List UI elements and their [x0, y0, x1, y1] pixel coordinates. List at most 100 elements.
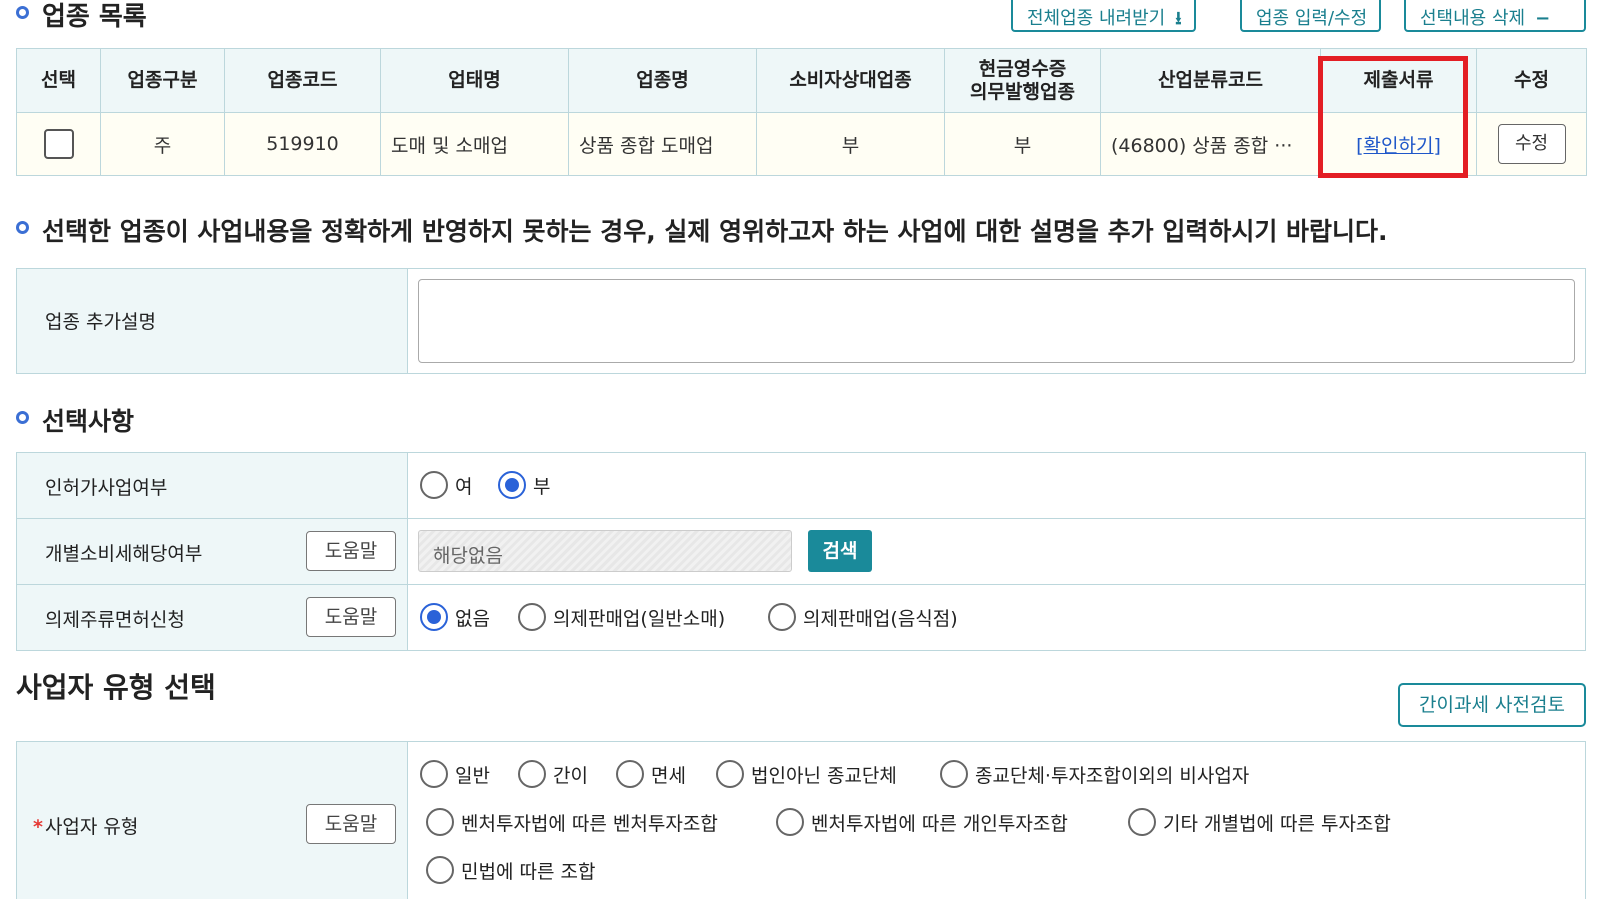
biztype-exempt-label: 면세 — [651, 764, 686, 787]
excise-value-cell: 해당없음 검색 — [408, 519, 1585, 584]
additional-desc-label-cell: 업종 추가설명 — [17, 269, 408, 373]
radio-circle-selected — [498, 471, 526, 499]
biztype-civil-union-label: 민법에 따른 조합 — [461, 860, 596, 883]
cell-cash-receipt: 부 — [944, 112, 1101, 176]
circle-bullet-icon — [16, 221, 29, 234]
biztype-personal-fund-radio[interactable]: 벤처투자법에 따른 개인투자조합 — [776, 808, 1068, 836]
col-cash-receipt: 현금영수증 의무발행업종 — [944, 48, 1101, 113]
section-title-business-list: 업종 목록 — [42, 2, 147, 32]
col-business-form: 업태명 — [380, 48, 569, 113]
cash-receipt-line1: 현금영수증 — [978, 57, 1067, 80]
liquor-help-button[interactable]: 도움말 — [306, 597, 396, 637]
table-header-row: 선택 업종구분 업종코드 업태명 업종명 소비자상대업종 현금영수증 의무발행업종… — [16, 48, 1587, 113]
download-all-label: 전체업종 내려받기 — [1027, 8, 1166, 29]
cell-industry-code: (46800) 상품 종합 ··· — [1100, 112, 1321, 176]
cell-type: 주 — [100, 112, 225, 176]
col-select: 선택 — [16, 48, 101, 113]
radio-circle — [518, 760, 546, 788]
license-no-label: 부 — [533, 475, 551, 498]
required-mark: * — [33, 816, 43, 838]
circle-bullet-icon — [16, 6, 29, 19]
biztype-civil-union-radio[interactable]: 민법에 따른 조합 — [426, 856, 595, 884]
biztype-row: * 사업자 유형 도움말 일반 간이 면세 법인아닌 종교단체 종교단체·투자조합… — [17, 742, 1585, 899]
biztype-label-wrap: * 사업자 유형 — [33, 812, 138, 839]
col-business-name: 업종명 — [568, 48, 757, 113]
biztype-general-label: 일반 — [455, 764, 490, 787]
biztype-label-cell: * 사업자 유형 도움말 — [17, 742, 408, 899]
additional-desc-value-cell — [408, 269, 1585, 373]
additional-desc-label: 업종 추가설명 — [45, 311, 156, 333]
license-label-cell: 인허가사업여부 — [17, 453, 408, 518]
col-type: 업종구분 — [100, 48, 225, 113]
license-yes-radio[interactable]: 여 — [420, 471, 472, 499]
excise-label-cell: 개별소비세해당여부 도움말 — [17, 519, 408, 584]
options-box: 인허가사업여부 여 부 개별소비세해당여부 도움말 해당없음 검색 의제주류면허… — [16, 452, 1586, 651]
biztype-general-radio[interactable]: 일반 — [420, 760, 490, 788]
biztype-exempt-radio[interactable]: 면세 — [616, 760, 686, 788]
biztype-other-fund-radio[interactable]: 기타 개별법에 따른 투자조합 — [1128, 808, 1391, 836]
additional-desc-textarea[interactable] — [418, 279, 1575, 363]
cell-business-name: 상품 종합 도매업 — [568, 112, 757, 176]
excise-readonly-input: 해당없음 — [418, 530, 792, 572]
biztype-other-fund-label: 기타 개별법에 따른 투자조합 — [1163, 812, 1391, 835]
delete-selected-button[interactable]: 선택내용 삭제 − — [1404, 0, 1586, 32]
biztype-venture-fund-label: 벤처투자법에 따른 벤처투자조합 — [461, 812, 718, 835]
radio-circle — [420, 471, 448, 499]
liquor-label: 의제주류면허신청 — [45, 609, 185, 631]
radio-circle — [776, 808, 804, 836]
radio-circle — [1128, 808, 1156, 836]
table-row: 주 519910 도매 및 소매업 상품 종합 도매업 부 부 (46800) … — [16, 112, 1587, 176]
biztype-box: * 사업자 유형 도움말 일반 간이 면세 법인아닌 종교단체 종교단체·투자조합… — [16, 741, 1586, 899]
license-row: 인허가사업여부 여 부 — [17, 453, 1585, 519]
download-icon: ⭳ — [1175, 8, 1182, 29]
business-table: 선택 업종구분 업종코드 업태명 업종명 소비자상대업종 현금영수증 의무발행업종… — [16, 48, 1587, 176]
radio-circle — [426, 808, 454, 836]
liquor-restaurant-radio[interactable]: 의제판매업(음식점) — [768, 603, 958, 631]
liquor-retail-radio[interactable]: 의제판매업(일반소매) — [518, 603, 725, 631]
excise-help-button[interactable]: 도움말 — [306, 531, 396, 571]
biztype-religious-label: 법인아닌 종교단체 — [751, 764, 897, 787]
circle-bullet-icon — [16, 411, 29, 424]
col-industry-code: 산업분류코드 — [1100, 48, 1321, 113]
radio-circle — [616, 760, 644, 788]
cell-consumer: 부 — [756, 112, 945, 176]
radio-circle — [420, 760, 448, 788]
cell-select — [16, 112, 101, 176]
biztype-section-title: 사업자 유형 선택 — [16, 671, 216, 704]
additional-desc-row: 업종 추가설명 — [17, 269, 1585, 373]
input-edit-button[interactable]: 업종 입력/수정 — [1240, 0, 1382, 32]
biztype-nonbusiness-radio[interactable]: 종교단체·투자조합이외의 비사업자 — [940, 760, 1249, 788]
liquor-label-cell: 의제주류면허신청 도움말 — [17, 585, 408, 650]
liquor-value-cell: 없음 의제판매업(일반소매) 의제판매업(음식점) — [408, 585, 1585, 650]
radio-circle — [940, 760, 968, 788]
biztype-value-cell: 일반 간이 면세 법인아닌 종교단체 종교단체·투자조합이외의 비사업자 벤처투… — [408, 742, 1585, 899]
biztype-religious-radio[interactable]: 법인아닌 종교단체 — [716, 760, 897, 788]
row-checkbox[interactable] — [43, 129, 74, 159]
col-consumer: 소비자상대업종 — [756, 48, 945, 113]
license-label: 인허가사업여부 — [45, 477, 168, 499]
section-title-options: 선택사항 — [42, 407, 135, 436]
input-edit-label: 업종 입력/수정 — [1256, 8, 1368, 29]
download-all-button[interactable]: 전체업종 내려받기 ⭳ — [1011, 0, 1196, 32]
radio-circle — [768, 603, 796, 631]
license-no-radio[interactable]: 부 — [498, 471, 550, 499]
biztype-help-button[interactable]: 도움말 — [306, 804, 396, 844]
cell-code: 519910 — [224, 112, 381, 176]
simplified-tax-pre-review-button[interactable]: 간이과세 사전검토 — [1398, 683, 1586, 727]
liquor-none-radio[interactable]: 없음 — [420, 603, 490, 631]
col-documents: 제출서류 — [1320, 48, 1477, 113]
row-edit-button[interactable]: 수정 — [1497, 124, 1566, 164]
biztype-venture-fund-radio[interactable]: 벤처투자법에 따른 벤처투자조합 — [426, 808, 718, 836]
biztype-nonbusiness-label: 종교단체·투자조합이외의 비사업자 — [975, 764, 1250, 787]
documents-confirm-link[interactable]: [확인하기] — [1356, 135, 1441, 157]
excise-row: 개별소비세해당여부 도움말 해당없음 검색 — [17, 519, 1585, 585]
excise-label: 개별소비세해당여부 — [45, 543, 203, 565]
liquor-restaurant-label: 의제판매업(음식점) — [803, 607, 958, 630]
radio-circle — [518, 603, 546, 631]
excise-search-button[interactable]: 검색 — [808, 530, 872, 572]
cell-documents: [확인하기] — [1320, 112, 1477, 176]
additional-desc-box: 업종 추가설명 — [16, 268, 1586, 374]
liquor-row: 의제주류면허신청 도움말 없음 의제판매업(일반소매) 의제판매업(음식점) — [17, 585, 1585, 650]
radio-circle-selected — [420, 603, 448, 631]
biztype-simplified-radio[interactable]: 간이 — [518, 760, 588, 788]
